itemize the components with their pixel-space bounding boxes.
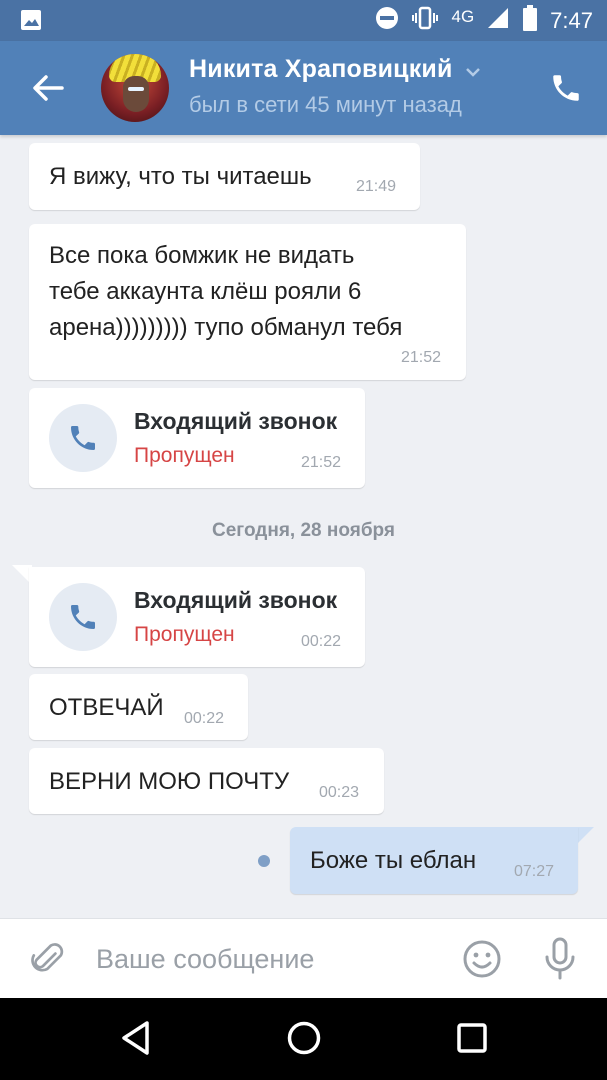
nav-home-icon[interactable] bbox=[286, 1020, 322, 1061]
message-bubble[interactable]: ОТВЕЧАЙ 00:22 bbox=[29, 674, 248, 740]
phone-icon[interactable] bbox=[549, 71, 583, 105]
contact-name-row[interactable]: Никита Храповицкий bbox=[189, 55, 481, 84]
message-time: 21:52 bbox=[301, 454, 342, 471]
call-icon-button[interactable] bbox=[49, 583, 117, 651]
phone-icon bbox=[71, 426, 95, 450]
mic-icon[interactable] bbox=[543, 937, 577, 986]
network-type: 4G bbox=[451, 7, 475, 26]
message-time: 21:49 bbox=[356, 178, 397, 195]
message-time: 00:22 bbox=[301, 633, 342, 650]
unread-indicator bbox=[258, 855, 270, 867]
message-time: 21:52 bbox=[401, 349, 442, 366]
message-text-line: тебе аккаунта клёш рояли 6 bbox=[49, 278, 362, 305]
message-composer bbox=[0, 918, 607, 998]
call-message-bubble[interactable]: Входящий звонок Пропущен 21:52 bbox=[29, 388, 365, 488]
chat-header: Никита Храповицкий был в сети 45 минут н… bbox=[0, 41, 607, 135]
call-status: Пропущен bbox=[134, 444, 235, 467]
message-text: Я вижу, что ты читаешь bbox=[49, 163, 312, 190]
nav-recents-icon[interactable] bbox=[456, 1022, 488, 1059]
message-bubble[interactable]: ВЕРНИ МОЮ ПОЧТУ 00:23 bbox=[29, 748, 384, 814]
message-text: ВЕРНИ МОЮ ПОЧТУ bbox=[49, 768, 290, 795]
avatar[interactable] bbox=[101, 54, 169, 122]
gallery-icon bbox=[20, 9, 42, 36]
message-bubble[interactable]: Я вижу, что ты читаешь 21:49 bbox=[29, 143, 420, 210]
message-text: Боже ты еблан bbox=[310, 847, 477, 874]
call-icon-button[interactable] bbox=[49, 404, 117, 472]
message-bubble[interactable]: Все пока бомжик не видать тебе аккаунта … bbox=[29, 224, 466, 380]
message-time: 07:27 bbox=[514, 863, 555, 880]
call-title: Входящий звонок bbox=[134, 587, 338, 613]
call-message-bubble[interactable]: Входящий звонок Пропущен 00:22 bbox=[29, 567, 365, 667]
bubble-tail bbox=[576, 827, 594, 845]
call-status: Пропущен bbox=[134, 623, 235, 646]
contact-info[interactable]: Никита Храповицкий был в сети 45 минут н… bbox=[189, 55, 481, 118]
system-nav-bar bbox=[0, 998, 607, 1080]
outgoing-message-bubble[interactable]: Боже ты еблан 07:27 bbox=[290, 827, 578, 894]
date-separator: Сегодня, 28 ноября bbox=[212, 520, 395, 541]
message-input[interactable] bbox=[96, 939, 436, 979]
message-text-line: арена))))))))) тупо обманул тебя bbox=[49, 314, 403, 341]
message-text-line: Все пока бомжик не видать bbox=[49, 242, 355, 269]
message-list[interactable]: Я вижу, что ты читаешь 21:49 Все пока бо… bbox=[0, 135, 607, 917]
attach-icon[interactable] bbox=[30, 939, 66, 984]
clock: 7:47 bbox=[550, 8, 593, 33]
status-bar: 4G 7:47 bbox=[0, 0, 607, 41]
back-arrow-icon[interactable] bbox=[30, 71, 66, 105]
contact-name: Никита Храповицкий bbox=[189, 55, 453, 83]
message-time: 00:22 bbox=[184, 710, 225, 727]
phone-icon bbox=[71, 605, 95, 629]
chevron-down-icon[interactable] bbox=[465, 55, 481, 84]
call-title: Входящий звонок bbox=[134, 408, 338, 434]
message-time: 00:23 bbox=[319, 784, 360, 801]
vibrate-icon bbox=[411, 6, 439, 36]
message-text: ОТВЕЧАЙ bbox=[49, 694, 164, 721]
battery-icon bbox=[522, 5, 538, 37]
emoji-icon[interactable] bbox=[462, 939, 502, 984]
signal-icon bbox=[486, 6, 510, 36]
nav-back-icon[interactable] bbox=[120, 1020, 152, 1061]
contact-status: был в сети 45 минут назад bbox=[189, 92, 462, 117]
dnd-icon bbox=[375, 6, 399, 36]
